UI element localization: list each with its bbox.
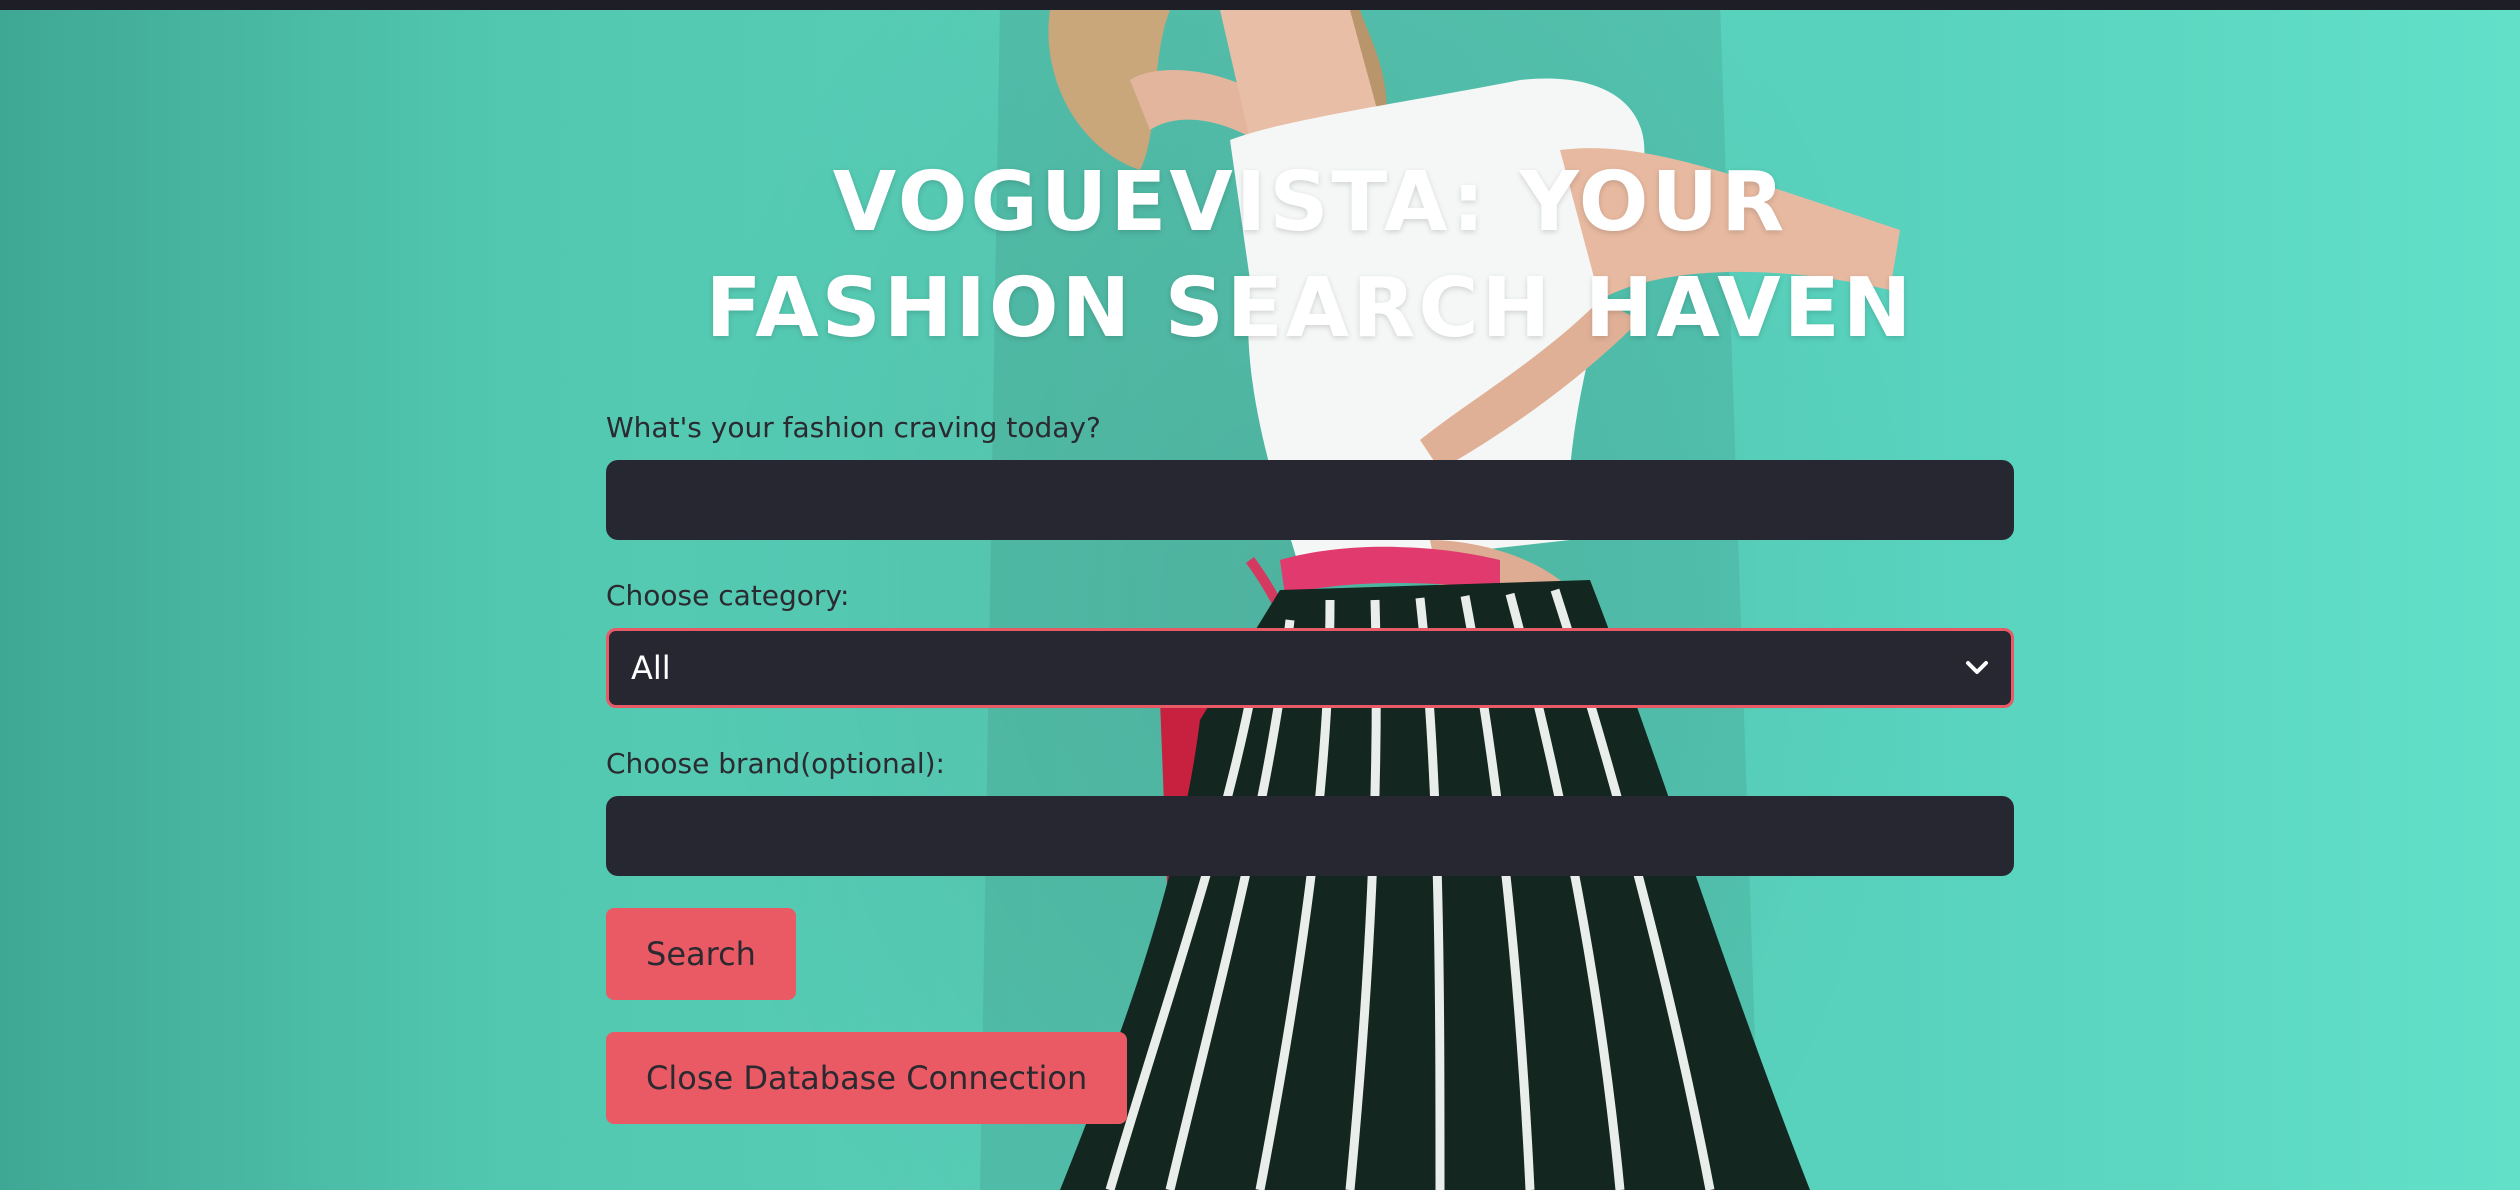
category-label: Choose category: xyxy=(606,579,850,612)
fashion-query-input[interactable] xyxy=(606,460,2014,540)
close-database-connection-button[interactable]: Close Database Connection xyxy=(606,1032,1128,1124)
page-title: VOGUEVISTA: YOUR FASHION SEARCH HAVEN xyxy=(705,155,1915,356)
search-panel: VOGUEVISTA: YOUR FASHION SEARCH HAVEN Wh… xyxy=(606,150,2014,1124)
category-select[interactable]: All xyxy=(606,628,2014,708)
search-button[interactable]: Search xyxy=(606,908,796,1000)
query-label: What's your fashion craving today? xyxy=(606,411,1101,444)
chevron-down-icon xyxy=(1965,660,1989,676)
category-selected-value: All xyxy=(631,649,671,687)
brand-label: Choose brand(optional): xyxy=(606,747,945,780)
top-bar xyxy=(0,0,2520,10)
brand-input[interactable] xyxy=(606,796,2014,876)
